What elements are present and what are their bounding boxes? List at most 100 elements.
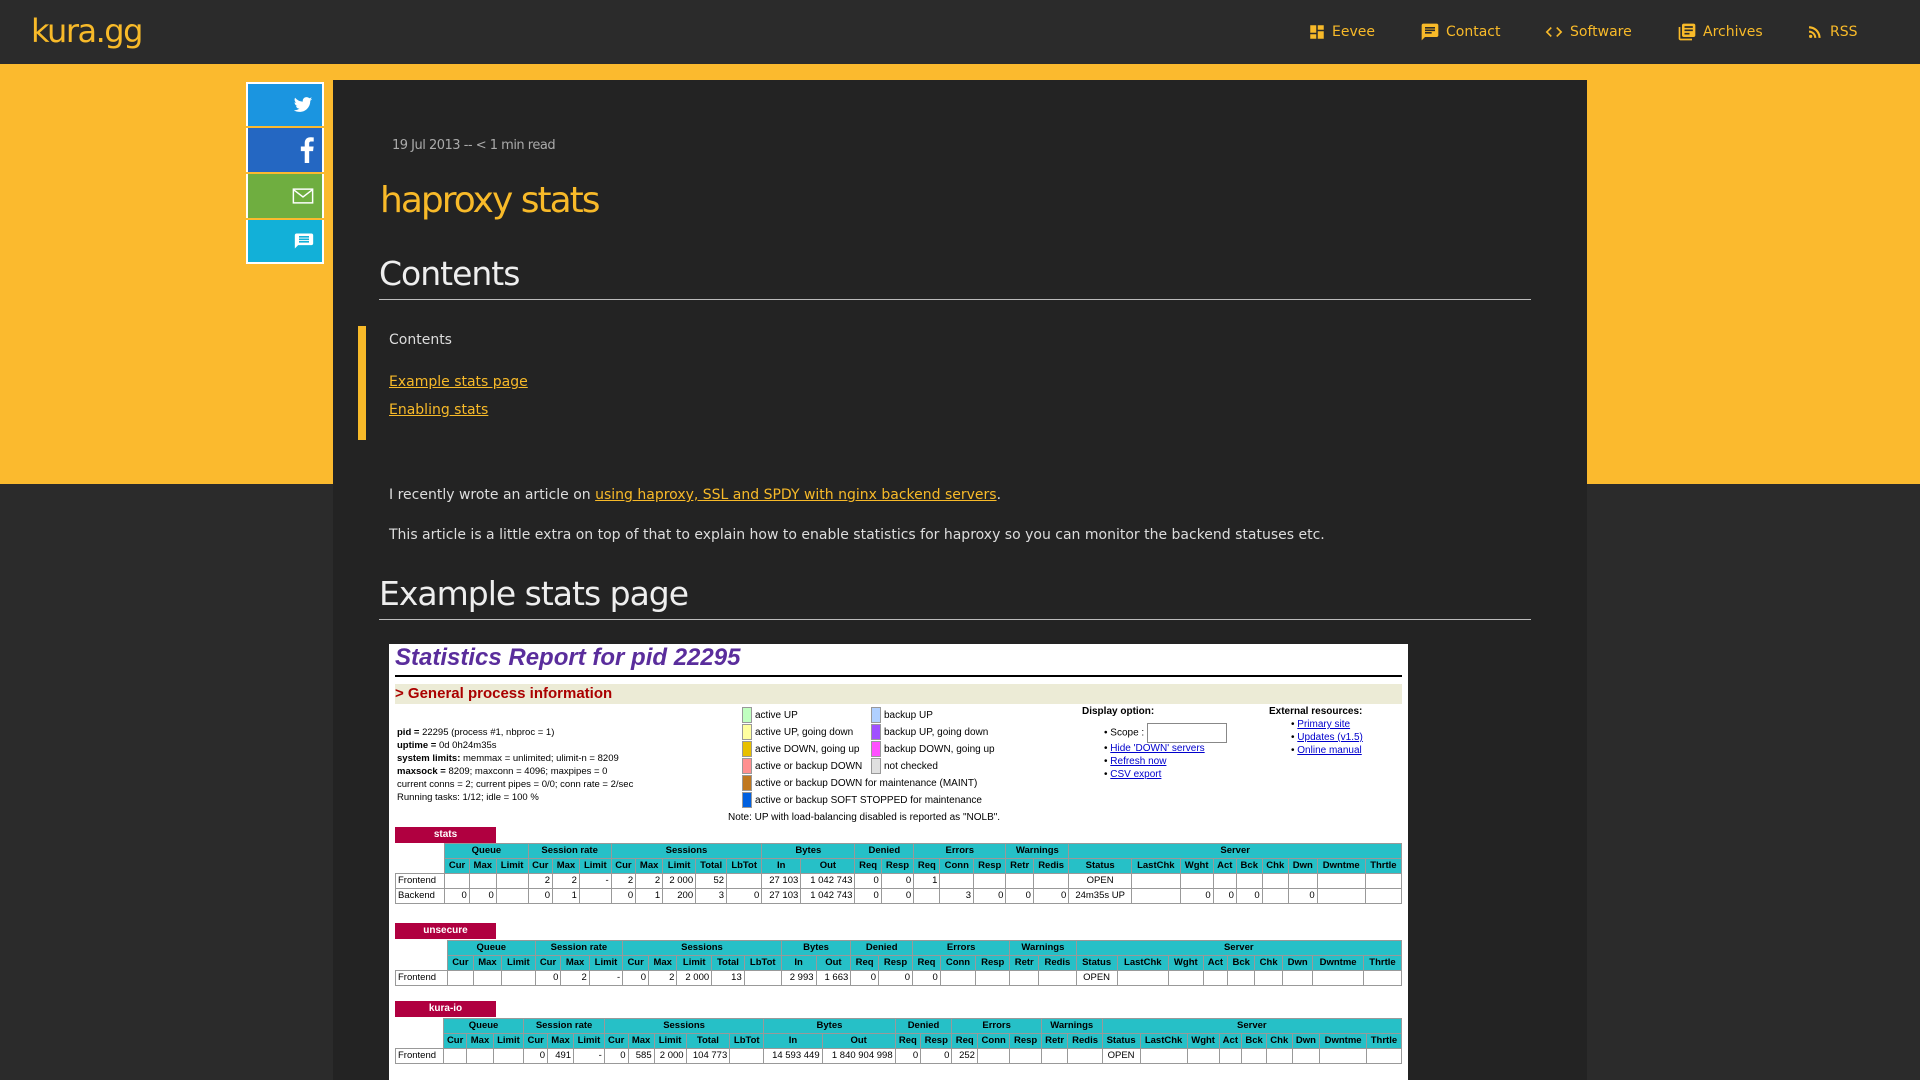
- column-header-cell: Limit: [653, 1033, 687, 1049]
- nav-label: Eevee: [1332, 24, 1375, 40]
- article-link[interactable]: using haproxy, SSL and SPDY with nginx b…: [595, 487, 996, 503]
- column-header-cell: Req: [912, 955, 941, 971]
- table-cell: Frontend: [394, 873, 446, 889]
- table-cell: [1266, 1048, 1293, 1064]
- resource-link[interactable]: • Updates (v1.5): [1291, 732, 1363, 743]
- group-header-cell: Server: [1075, 940, 1403, 956]
- table-cell: [913, 888, 941, 904]
- column-header-cell: Bck: [1241, 1033, 1268, 1049]
- table-group-header: Queue Session rate Sessions Bytes Denied Erro…: [395, 1018, 1403, 1034]
- table-cell: OPEN: [1068, 873, 1132, 889]
- column-header-cell: Limit: [573, 1033, 605, 1049]
- column-header-cell: Resp: [877, 955, 914, 971]
- table-cell: 3: [695, 888, 728, 904]
- legend-item: not checked: [871, 758, 995, 775]
- legend-item: backup UP, going down: [871, 724, 995, 741]
- resource-link[interactable]: • Primary site: [1291, 719, 1363, 730]
- table-cell: [466, 1048, 494, 1064]
- column-header-cell: Req: [913, 858, 941, 874]
- column-header-cell: Max: [472, 955, 503, 971]
- email-icon: [292, 188, 314, 204]
- table-cell: 2: [552, 873, 580, 889]
- code-icon: [1545, 27, 1563, 37]
- share-email-button[interactable]: [246, 174, 324, 218]
- table-group-header: Queue Session rate Sessions Bytes Denied Erro…: [395, 940, 1403, 956]
- header-cell: [395, 955, 448, 971]
- table-cell: [976, 1048, 1011, 1064]
- table-cell: [1212, 873, 1237, 889]
- table-cell: [472, 970, 503, 986]
- table-cell: [492, 1048, 525, 1064]
- column-header-cell: Out: [800, 858, 856, 874]
- site-logo[interactable]: kura.gg: [31, 12, 143, 50]
- table-row: Backend 0 0 0 1 0 1 200 3 0 27 103 1 042 743 0 0 3 0 0 0 2…: [394, 888, 1403, 904]
- table-cell: 27 103: [761, 873, 802, 889]
- group-header-cell: Queue: [444, 843, 529, 859]
- dashboard-icon: [1310, 25, 1324, 39]
- column-header-cell: Out: [821, 1033, 896, 1049]
- nav-item-eevee[interactable]: Eevee: [1308, 0, 1375, 64]
- column-header-cell: Chk: [1261, 858, 1289, 874]
- table-cell: [939, 873, 975, 889]
- table-cell: 0: [854, 888, 882, 904]
- column-header-cell: Act: [1212, 858, 1237, 874]
- column-header-cell: Dwn: [1287, 858, 1318, 874]
- table-cell: [1186, 1048, 1220, 1064]
- column-header-cell: Limit: [495, 858, 529, 874]
- group-header-cell: Queue: [442, 1018, 525, 1034]
- column-header-cell: Resp: [1009, 1033, 1042, 1049]
- table-cell: 0: [1179, 888, 1214, 904]
- column-header-cell: Status: [1068, 858, 1132, 874]
- group-header-cell: Server: [1068, 843, 1402, 859]
- table-cell: 2: [560, 970, 590, 986]
- table-cell: [1067, 1048, 1103, 1064]
- resource-link[interactable]: • Online manual: [1291, 745, 1363, 756]
- column-header-cell: Thrtle: [1364, 858, 1403, 874]
- display-options: Display option: • Scope : • Hide 'DOWN' …: [1082, 706, 1227, 780]
- table-cell: 0: [726, 888, 763, 904]
- scope-label: Scope :: [1110, 727, 1145, 739]
- column-header-cell: In: [761, 858, 802, 874]
- table-cell: [743, 970, 782, 986]
- nav-item-contact[interactable]: Contact: [1420, 0, 1500, 64]
- share-facebook-button[interactable]: [246, 128, 324, 172]
- group-header-cell: Denied: [894, 1018, 953, 1034]
- table-cell: 0: [534, 970, 562, 986]
- legend-swatch: [871, 707, 881, 724]
- table-cell: [1227, 970, 1256, 986]
- share-twitter-button[interactable]: [246, 82, 324, 126]
- column-header-cell: Cur: [622, 955, 650, 971]
- table-cell: [1364, 873, 1403, 889]
- table-cell: [1316, 873, 1366, 889]
- toc-link-example[interactable]: Example stats page: [389, 374, 528, 390]
- column-header-cell: Limit: [492, 1033, 525, 1049]
- column-header-cell: Redis: [1038, 955, 1077, 971]
- group-header-cell: Sessions: [622, 940, 782, 956]
- option-link[interactable]: • Refresh now: [1104, 756, 1227, 767]
- scope-input[interactable]: [1146, 723, 1227, 743]
- toc-link-enabling[interactable]: Enabling stats: [389, 402, 488, 418]
- table-cell: 2: [527, 873, 554, 889]
- table-cell: 0: [850, 970, 879, 986]
- external-resources: External resources: • Primary site • Upd…: [1269, 706, 1363, 756]
- table-cell: 13: [711, 970, 745, 986]
- nav-item-archives[interactable]: Archives: [1677, 0, 1763, 64]
- table-cell: [1005, 873, 1034, 889]
- column-header-cell: Req: [854, 858, 882, 874]
- table-cell: [1261, 888, 1289, 904]
- table-cell: 2 000: [676, 970, 713, 986]
- table-cell: Frontend: [395, 1048, 444, 1064]
- share-comments-button[interactable]: [246, 220, 324, 264]
- column-header-cell: Bck: [1235, 858, 1263, 874]
- table-cell: [578, 888, 612, 904]
- nav-item-rss[interactable]: RSS: [1806, 0, 1858, 64]
- group-header-cell: Errors: [951, 1018, 1042, 1034]
- group-header-cell: Sessions: [610, 843, 763, 859]
- table-cell: OPEN: [1101, 1048, 1141, 1064]
- column-header-cell: LbTot: [729, 1033, 765, 1049]
- legend-swatch: [871, 741, 881, 758]
- option-link[interactable]: • CSV export: [1104, 769, 1227, 780]
- nav-item-software[interactable]: Software: [1544, 0, 1632, 64]
- option-link[interactable]: • Hide 'DOWN' servers: [1104, 743, 1227, 754]
- proxy-table-kura-io: Queue Session rate Sessions Bytes Denied Erro…: [395, 1018, 1403, 1064]
